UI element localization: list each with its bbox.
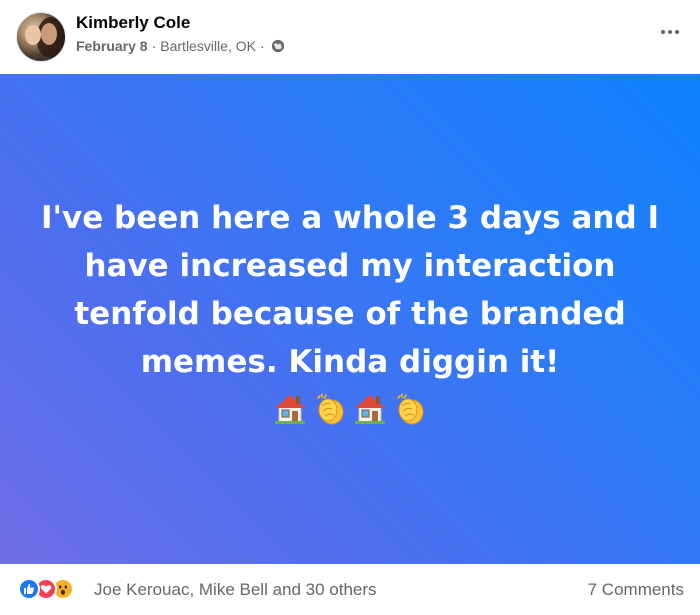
clapping-hands-emoji: [397, 393, 424, 425]
dot-icon: [668, 30, 672, 34]
post-location[interactable]: Bartlesville, OK: [160, 38, 256, 54]
comments-count[interactable]: 7 Comments: [588, 580, 684, 600]
separator-dot: ·: [151, 38, 157, 54]
avatar[interactable]: [16, 12, 66, 62]
dot-icon: [661, 30, 665, 34]
avatar-face: [41, 23, 57, 45]
house-emoji: [355, 395, 385, 424]
dot-icon: [675, 30, 679, 34]
house-emoji: [275, 395, 305, 424]
avatar-face: [25, 25, 41, 45]
post-footer: Joe Kerouac, Mike Bell and 30 others 7 C…: [0, 564, 700, 615]
globe-icon[interactable]: [271, 39, 285, 53]
reaction-names[interactable]: Joe Kerouac, Mike Bell and 30 others: [94, 580, 377, 600]
post-text: I've been here a whole 3 days and I have…: [41, 200, 659, 380]
like-icon[interactable]: [18, 578, 40, 600]
clapping-hands-emoji: [317, 393, 344, 425]
post-header: Kimberly Cole February 8 · Bartlesville,…: [0, 0, 700, 74]
separator-dot: ·: [259, 38, 265, 54]
emoji-row: [272, 390, 428, 426]
post-body: I've been here a whole 3 days and I have…: [0, 74, 700, 564]
more-options-button[interactable]: [656, 20, 684, 44]
author-name[interactable]: Kimberly Cole: [76, 13, 190, 33]
post-meta: February 8 · Bartlesville, OK ·: [76, 38, 285, 54]
reaction-icons[interactable]: [18, 578, 74, 600]
post-date[interactable]: February 8: [76, 38, 148, 54]
